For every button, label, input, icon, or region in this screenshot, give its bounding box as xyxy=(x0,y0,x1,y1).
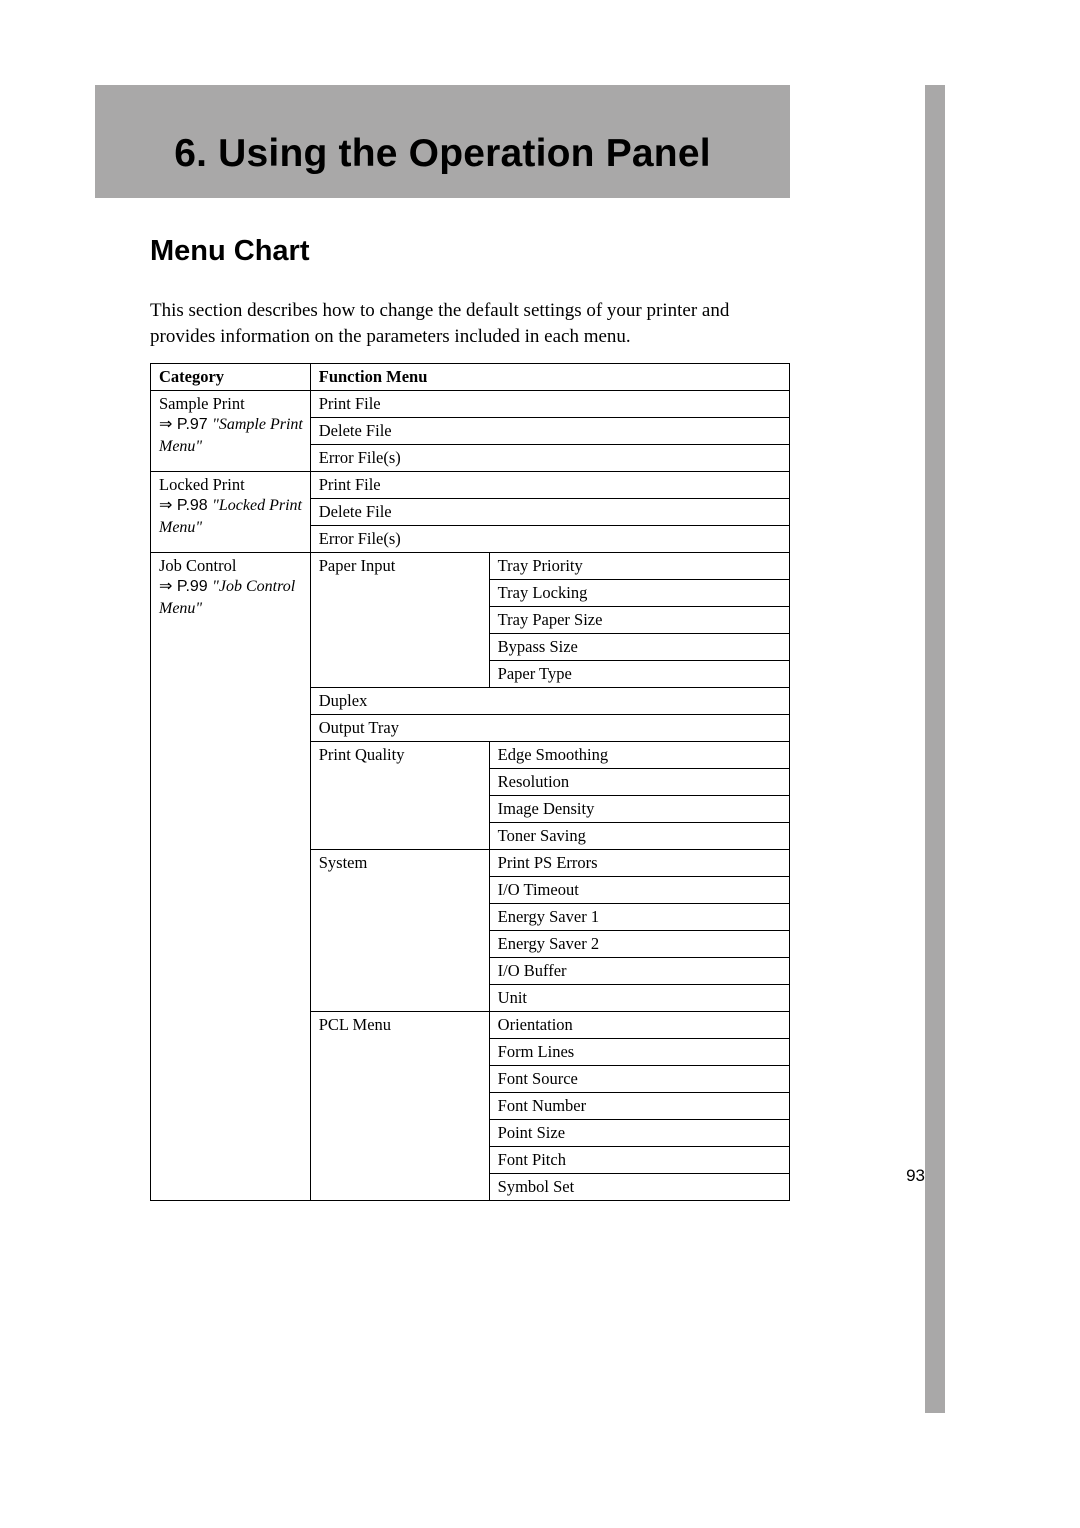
table-row: Locked Print⇒ P.98 "Locked Print Menu"Pr… xyxy=(151,472,790,499)
cross-reference: ⇒ P.99 "Job Control Menu" xyxy=(159,576,304,619)
document-page: 6. Using the Operation Panel Menu Chart … xyxy=(0,0,1080,1528)
table-row: Job Control⇒ P.99 "Job Control Menu"Pape… xyxy=(151,553,790,580)
cross-reference: ⇒ P.97 "Sample Print Menu" xyxy=(159,414,304,457)
table-header-row: Category Function Menu xyxy=(151,364,790,391)
function-cell: Output Tray xyxy=(310,715,789,742)
subfunction-cell: Energy Saver 1 xyxy=(489,904,789,931)
function-cell: Paper Input xyxy=(310,553,489,688)
subfunction-cell: Print PS Errors xyxy=(489,850,789,877)
category-cell: Job Control⇒ P.99 "Job Control Menu" xyxy=(151,553,311,1201)
subfunction-cell: Resolution xyxy=(489,769,789,796)
subfunction-cell: Tray Priority xyxy=(489,553,789,580)
chapter-title: 6. Using the Operation Panel xyxy=(174,132,711,176)
header-category: Category xyxy=(151,364,311,391)
subfunction-cell: Paper Type xyxy=(489,661,789,688)
category-name: Job Control xyxy=(159,556,236,575)
subfunction-cell: I/O Timeout xyxy=(489,877,789,904)
menu-chart-table: Category Function Menu Sample Print⇒ P.9… xyxy=(150,363,790,1201)
subfunction-cell: Point Size xyxy=(489,1120,789,1147)
header-accent-bar xyxy=(95,85,790,110)
subfunction-cell: Font Number xyxy=(489,1093,789,1120)
subfunction-cell: Bypass Size xyxy=(489,634,789,661)
subfunction-cell: Energy Saver 2 xyxy=(489,931,789,958)
function-cell: Print File xyxy=(310,472,789,499)
header-function: Function Menu xyxy=(310,364,789,391)
function-cell: Error File(s) xyxy=(310,526,789,553)
chapter-heading-block: 6. Using the Operation Panel xyxy=(95,110,790,198)
content-area: Menu Chart This section describes how to… xyxy=(150,235,790,1201)
subfunction-cell: Toner Saving xyxy=(489,823,789,850)
intro-paragraph: This section describes how to change the… xyxy=(150,298,790,349)
function-cell: System xyxy=(310,850,489,1012)
function-cell: PCL Menu xyxy=(310,1012,489,1201)
subfunction-cell: Unit xyxy=(489,985,789,1012)
function-cell: Delete File xyxy=(310,499,789,526)
function-cell: Error File(s) xyxy=(310,445,789,472)
category-name: Locked Print xyxy=(159,475,245,494)
subfunction-cell: Font Source xyxy=(489,1066,789,1093)
subfunction-cell: Image Density xyxy=(489,796,789,823)
arrow-icon: ⇒ P.99 xyxy=(159,578,212,595)
subfunction-cell: Font Pitch xyxy=(489,1147,789,1174)
subfunction-cell: Symbol Set xyxy=(489,1174,789,1201)
arrow-icon: ⇒ P.97 xyxy=(159,416,212,433)
category-cell: Sample Print⇒ P.97 "Sample Print Menu" xyxy=(151,391,311,472)
function-cell: Print File xyxy=(310,391,789,418)
category-name: Sample Print xyxy=(159,394,245,413)
category-cell: Locked Print⇒ P.98 "Locked Print Menu" xyxy=(151,472,311,553)
subfunction-cell: I/O Buffer xyxy=(489,958,789,985)
page-number: 93 xyxy=(906,1166,925,1186)
arrow-icon: ⇒ P.98 xyxy=(159,497,212,514)
function-cell: Print Quality xyxy=(310,742,489,850)
subfunction-cell: Form Lines xyxy=(489,1039,789,1066)
section-title: Menu Chart xyxy=(150,235,790,268)
table-row: Sample Print⇒ P.97 "Sample Print Menu"Pr… xyxy=(151,391,790,418)
cross-reference: ⇒ P.98 "Locked Print Menu" xyxy=(159,495,304,538)
subfunction-cell: Orientation xyxy=(489,1012,789,1039)
subfunction-cell: Tray Locking xyxy=(489,580,789,607)
right-accent-sidebar xyxy=(925,85,945,1413)
subfunction-cell: Edge Smoothing xyxy=(489,742,789,769)
subfunction-cell: Tray Paper Size xyxy=(489,607,789,634)
function-cell: Duplex xyxy=(310,688,789,715)
function-cell: Delete File xyxy=(310,418,789,445)
